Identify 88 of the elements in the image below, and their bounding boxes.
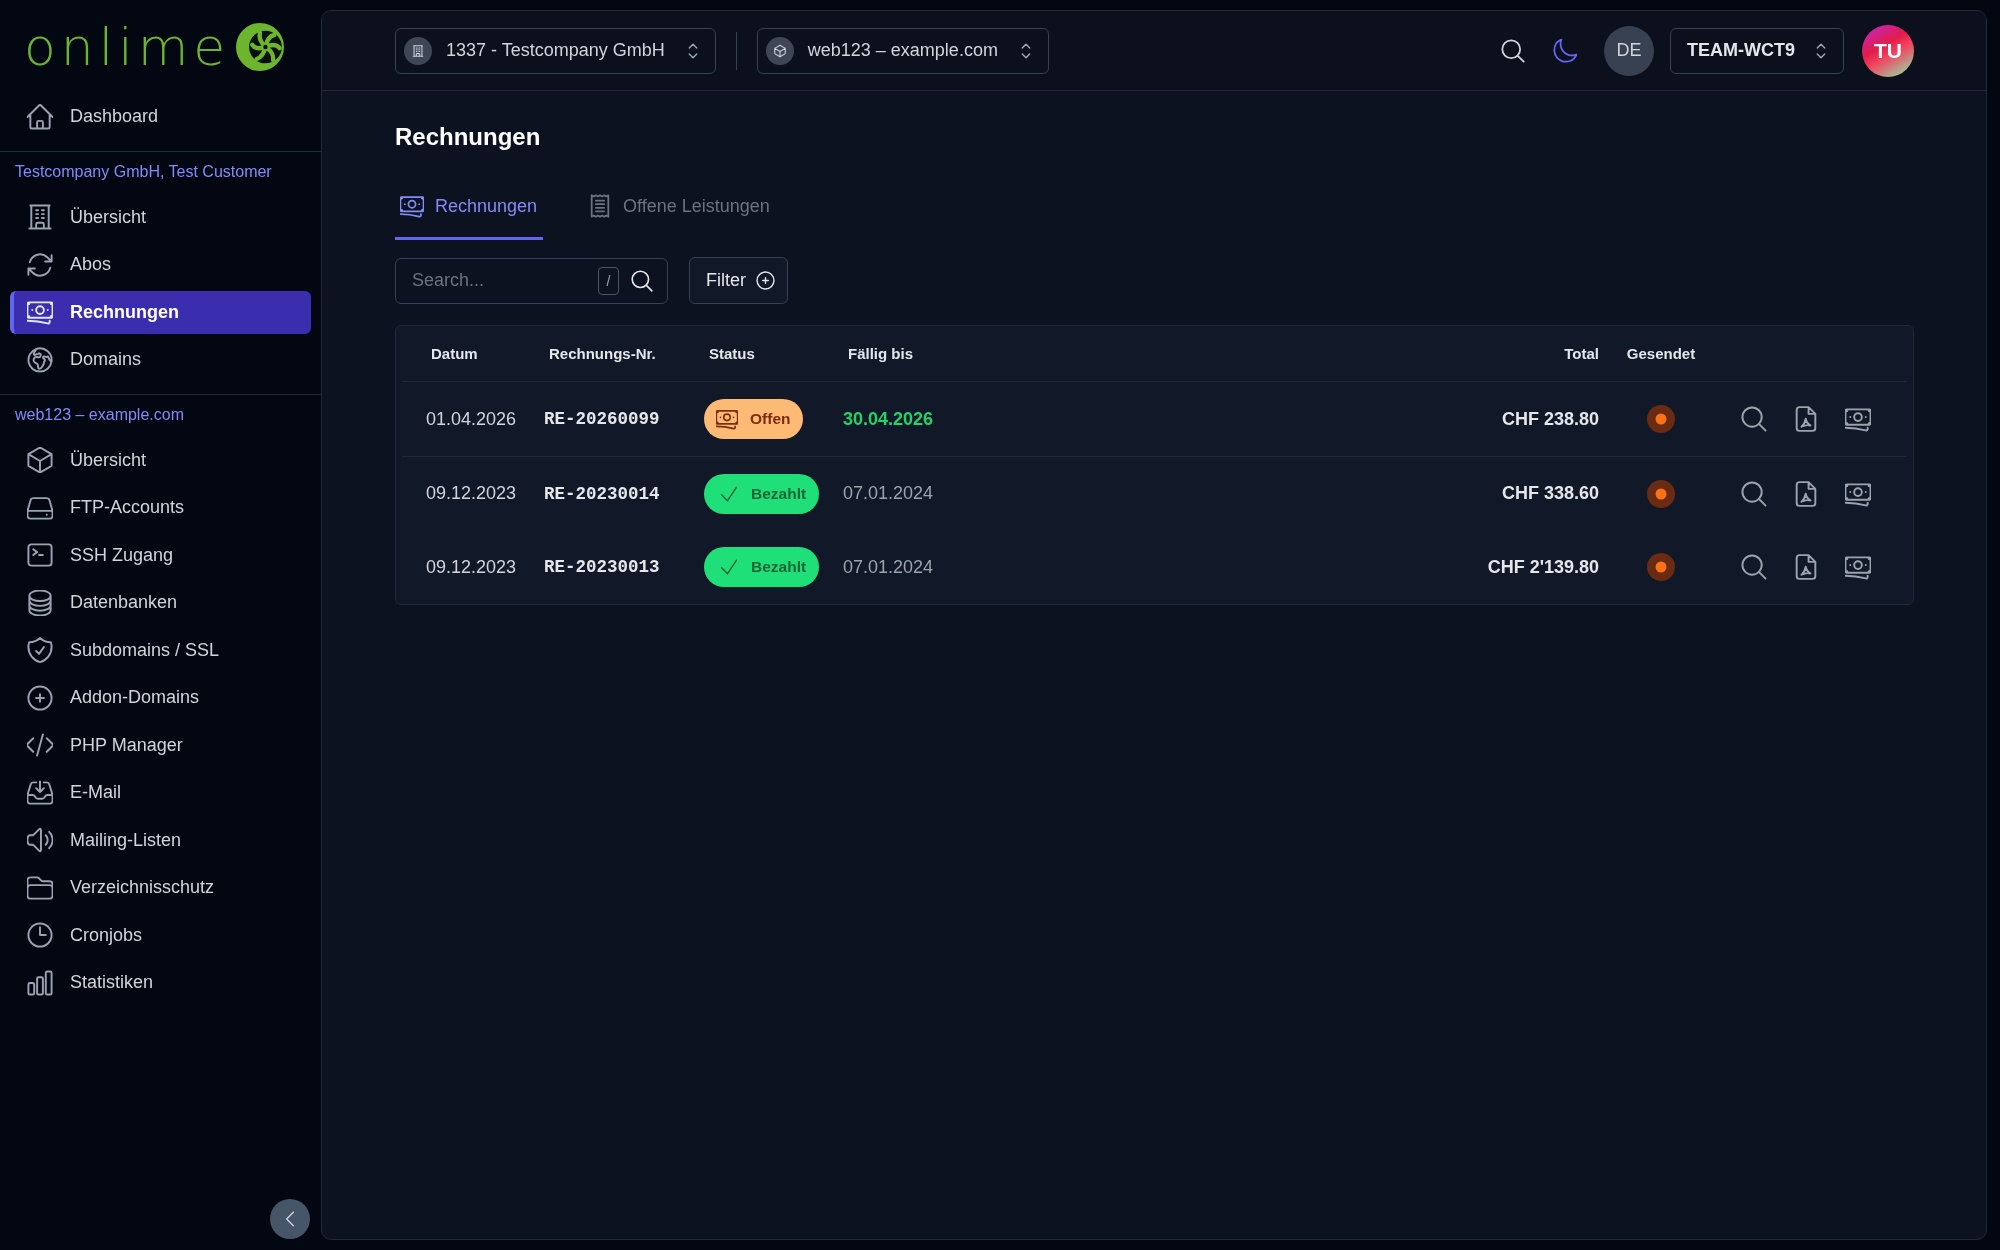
sidebar-item[interactable]: FTP-Accounts xyxy=(10,486,311,530)
inbox-download-icon xyxy=(27,779,53,806)
invoice-total: CHF 2'139.80 xyxy=(1487,556,1599,578)
sidebar-item[interactable]: Subdomains / SSL xyxy=(10,628,311,672)
team-selector[interactable]: TEAM-WCT9 xyxy=(1670,27,1844,74)
sidebar-item[interactable]: Übersicht xyxy=(10,438,311,482)
banknotes-icon xyxy=(716,408,738,430)
invoice-number: RE-20260099 xyxy=(544,409,660,429)
shield-check-icon xyxy=(27,637,53,664)
sidebar-item[interactable]: PHP Manager xyxy=(10,723,311,767)
hard-drive-icon xyxy=(27,494,53,521)
sidebar-item[interactable]: SSH Zugang xyxy=(10,533,311,577)
invoice-date: 01.04.2026 xyxy=(426,408,517,430)
cube-icon xyxy=(27,447,53,474)
filter-button[interactable]: Filter xyxy=(689,257,788,304)
tab[interactable]: Rechnungen xyxy=(395,175,544,240)
page-title: Rechnungen xyxy=(395,122,541,152)
due-date: 30.04.2026 xyxy=(843,408,934,430)
context-selector[interactable]: 1337 - Testcompany GmbH xyxy=(395,27,716,74)
sidebar-item[interactable]: E-Mail xyxy=(10,771,311,815)
search-icon[interactable] xyxy=(1741,406,1767,432)
invoice-total: CHF 338.60 xyxy=(1501,483,1599,504)
search-icon[interactable] xyxy=(1741,480,1767,507)
invoice-total: CHF 238.80 xyxy=(1501,408,1599,430)
invoice-number: RE-20230013 xyxy=(544,557,660,577)
status-label: Offen xyxy=(750,410,791,428)
invoice-date: 09.12.2023 xyxy=(426,556,517,578)
logo-text: onlime xyxy=(24,20,231,73)
column-header: Rechnungs-Nr. xyxy=(549,345,656,362)
status-label: Bezahlt xyxy=(751,558,807,576)
sidebar-item[interactable]: Verzeichnisschutz xyxy=(10,866,311,910)
refresh-icon xyxy=(27,251,53,278)
sidebar-item[interactable]: Übersicht xyxy=(10,195,311,239)
invoice-date: 09.12.2023 xyxy=(426,483,517,504)
banknotes-icon[interactable] xyxy=(1845,480,1871,507)
context-selector[interactable]: web123 – example.com xyxy=(756,27,1049,74)
sidebar-item[interactable]: Rechnungen xyxy=(10,290,311,334)
code-icon xyxy=(27,732,53,759)
database-icon xyxy=(27,589,53,616)
sidebar-item[interactable]: Addon-Domains xyxy=(10,676,311,720)
bar-chart-icon xyxy=(27,969,53,996)
cube-icon xyxy=(765,36,794,65)
search-field[interactable]: Search... / xyxy=(395,257,668,304)
document-icon[interactable] xyxy=(1793,406,1819,432)
sidebar-item[interactable]: Dashboard xyxy=(10,95,311,139)
column-header: Datum xyxy=(431,345,478,362)
due-date: 07.01.2024 xyxy=(843,556,934,578)
column-header: Status xyxy=(709,345,755,362)
home-icon xyxy=(27,103,53,130)
sidebar-item[interactable]: Domains xyxy=(10,338,311,382)
checkmark-icon xyxy=(719,557,739,577)
collapse-sidebar-button[interactable] xyxy=(270,1199,310,1239)
document-icon[interactable] xyxy=(1793,480,1819,507)
banknotes-icon[interactable] xyxy=(1845,554,1871,580)
due-date: 07.01.2024 xyxy=(843,483,934,504)
moon-icon[interactable] xyxy=(1553,38,1577,63)
invoice-number: RE-20230014 xyxy=(544,483,660,504)
building-icon xyxy=(404,36,432,65)
sidebar-item[interactable]: Statistiken xyxy=(10,961,311,1005)
language-button[interactable]: DE xyxy=(1604,25,1654,76)
sidebar-item[interactable]: Datenbanken xyxy=(10,581,311,625)
banknotes-icon xyxy=(27,299,53,326)
tab[interactable]: Offene Leistungen xyxy=(583,175,776,240)
speaker-icon xyxy=(27,827,53,854)
document-icon[interactable] xyxy=(1793,554,1819,580)
column-header: Fällig bis xyxy=(848,345,913,362)
globe-icon xyxy=(27,346,53,373)
sidebar-item[interactable]: Abos xyxy=(10,243,311,287)
sidebar-item[interactable]: Mailing-Listen xyxy=(10,818,311,862)
logo-icon xyxy=(236,22,285,71)
search-icon[interactable] xyxy=(1741,554,1767,580)
user-avatar[interactable]: TU xyxy=(1862,24,1914,77)
section-title: Testcompany GmbH, Test Customer xyxy=(14,161,273,182)
column-header: Gesendet xyxy=(1626,345,1696,362)
folder-icon xyxy=(27,874,53,901)
column-header: Total xyxy=(1564,345,1599,362)
banknotes-icon xyxy=(400,194,424,218)
search-icon xyxy=(631,269,653,292)
terminal-icon xyxy=(27,542,53,569)
status-label: Bezahlt xyxy=(751,484,807,503)
banknotes-icon[interactable] xyxy=(1845,406,1871,432)
building-icon xyxy=(27,204,53,231)
clock-icon xyxy=(27,922,53,949)
search-icon[interactable] xyxy=(1501,38,1525,63)
sidebar-item[interactable]: Cronjobs xyxy=(10,913,311,957)
search-input[interactable]: Search... xyxy=(396,258,590,303)
keyboard-shortcut: / xyxy=(598,266,619,295)
section-title: web123 – example.com xyxy=(14,404,185,425)
